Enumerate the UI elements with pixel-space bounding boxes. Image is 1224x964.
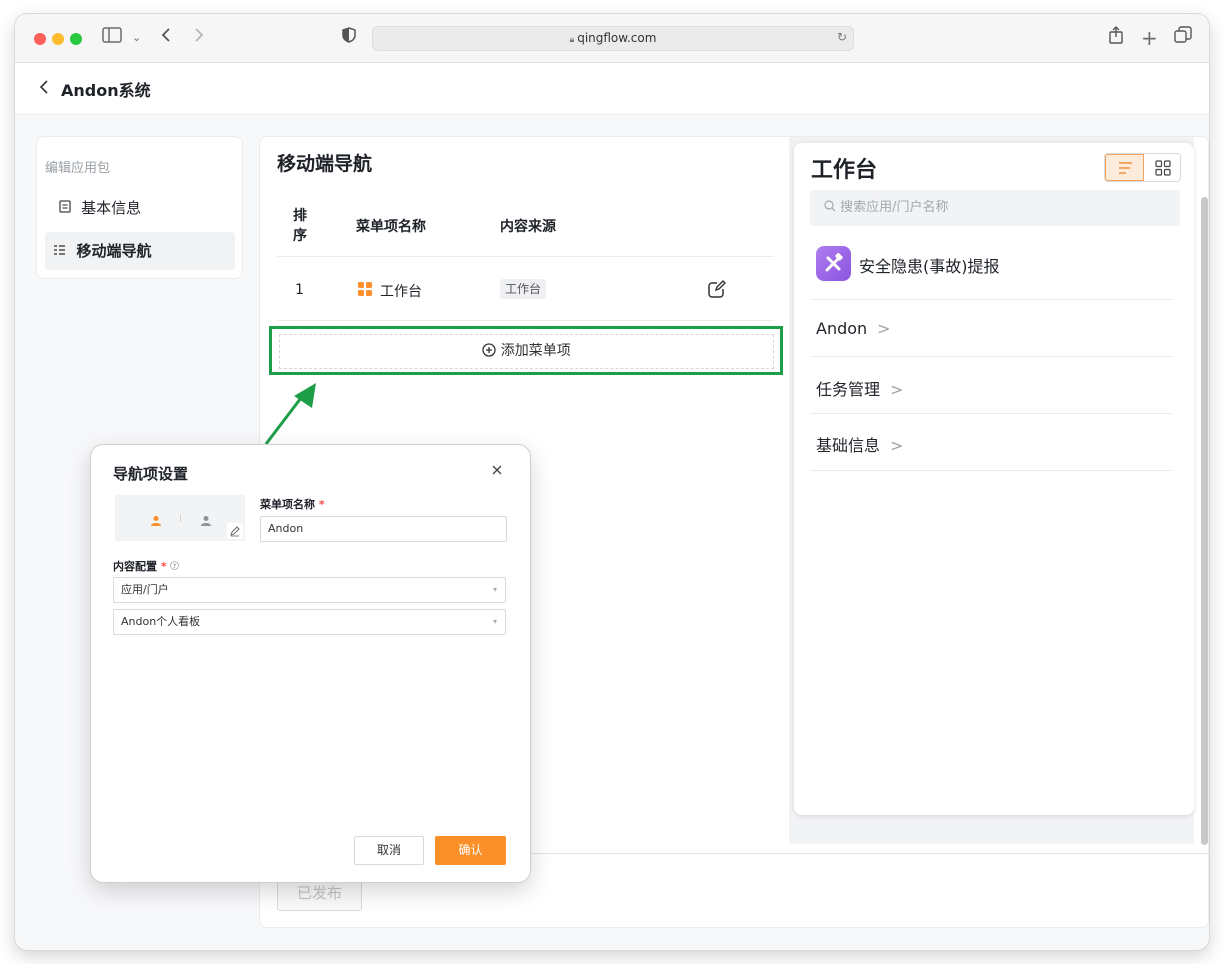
divider bbox=[180, 515, 181, 522]
search-icon bbox=[824, 200, 840, 215]
preview-group-andon[interactable]: Andon > bbox=[816, 319, 891, 338]
grid-view-icon[interactable] bbox=[1155, 160, 1171, 180]
user-icon-inactive bbox=[200, 512, 212, 531]
mobile-preview: 工作台 搜索应用/门户名称 安全隐患(事故)提报 Andon > 任务管理 > … bbox=[794, 143, 1194, 815]
confirm-button[interactable]: 确认 bbox=[435, 836, 506, 865]
caret-down-icon: ▾ bbox=[492, 617, 497, 626]
divider bbox=[277, 256, 774, 257]
preview-app-item[interactable]: 安全隐患(事故)提报 bbox=[859, 253, 1000, 277]
sidebar-heading: 编辑应用包 bbox=[45, 161, 111, 176]
source-tag: 工作台 bbox=[500, 279, 547, 299]
sidebar-item-basic-info[interactable]: 基本信息 bbox=[45, 189, 235, 227]
name-field-label: 菜单项名称 * bbox=[260, 498, 325, 511]
preview-group-tasks[interactable]: 任务管理 > bbox=[816, 376, 903, 400]
preview-title: 工作台 bbox=[811, 158, 878, 183]
svg-text:?: ? bbox=[173, 563, 177, 570]
zoom-window-button[interactable] bbox=[70, 33, 82, 45]
cancel-button[interactable]: 取消 bbox=[354, 836, 424, 865]
add-menu-item-label: 添加菜单项 bbox=[500, 343, 571, 359]
dialog-title: 导航项设置 bbox=[113, 465, 189, 483]
chevron-right-icon: > bbox=[877, 319, 891, 338]
sidebar-item-mobile-nav[interactable]: 移动端导航 bbox=[45, 232, 235, 270]
shield-icon[interactable] bbox=[342, 26, 356, 50]
sidebar-item-label: 移动端导航 bbox=[76, 242, 152, 260]
nav-item-settings-dialog: 导航项设置 菜单项名称 * Andon 内容配置 * ? 应用/门户 ▾ And… bbox=[91, 445, 530, 882]
browser-titlebar: ⌄ 🔒︎ qingflow.com ↻ + bbox=[15, 14, 1209, 63]
row-name: 工作台 bbox=[380, 284, 422, 300]
close-window-button[interactable] bbox=[34, 33, 46, 45]
sidebar-item-label: 基本信息 bbox=[81, 199, 142, 217]
content-type-select[interactable]: 应用/门户 ▾ bbox=[113, 577, 506, 603]
tools-icon bbox=[816, 246, 851, 281]
minimize-window-button[interactable] bbox=[52, 33, 64, 45]
share-icon[interactable] bbox=[1108, 26, 1124, 51]
divider bbox=[810, 356, 1172, 357]
user-icon-active bbox=[150, 512, 162, 531]
icon-picker[interactable] bbox=[115, 495, 245, 541]
close-icon[interactable] bbox=[491, 461, 503, 480]
help-icon[interactable]: ? bbox=[170, 560, 180, 573]
divider bbox=[810, 299, 1172, 300]
edit-icon[interactable] bbox=[708, 280, 726, 302]
chevron-right-icon: > bbox=[890, 380, 904, 399]
preview-scrollbar[interactable] bbox=[1201, 197, 1208, 845]
content-type-value: 应用/门户 bbox=[121, 583, 169, 596]
address-bar[interactable]: 🔒︎ qingflow.com ↻ bbox=[372, 26, 854, 51]
list-view-icon[interactable] bbox=[1105, 154, 1144, 181]
preview-group-basic[interactable]: 基础信息 > bbox=[816, 432, 903, 456]
content-target-value: Andon个人看板 bbox=[121, 615, 201, 628]
pencil-icon[interactable] bbox=[227, 523, 243, 539]
settings-sidebar: 编辑应用包 基本信息 移动端导航 bbox=[36, 136, 243, 279]
add-menu-item-button[interactable]: 添加菜单项 bbox=[279, 334, 774, 369]
divider bbox=[277, 320, 774, 321]
reload-icon[interactable]: ↻ bbox=[837, 30, 847, 44]
plus-circle-icon bbox=[482, 343, 500, 359]
grid-apps-icon bbox=[358, 282, 373, 301]
annotation-arrow bbox=[264, 383, 316, 445]
divider bbox=[810, 413, 1172, 414]
divider bbox=[810, 470, 1172, 471]
new-tab-icon[interactable]: + bbox=[1141, 26, 1158, 50]
preview-search-input[interactable]: 搜索应用/门户名称 bbox=[810, 190, 1180, 226]
column-header-source: 内容来源 bbox=[500, 219, 556, 235]
chevron-down-icon[interactable]: ⌄ bbox=[132, 26, 141, 50]
back-chevron-icon[interactable] bbox=[39, 79, 49, 98]
forward-nav-icon[interactable] bbox=[193, 26, 205, 50]
back-nav-icon[interactable] bbox=[160, 26, 172, 50]
content-target-select[interactable]: Andon个人看板 ▾ bbox=[113, 609, 506, 635]
caret-down-icon: ▾ bbox=[492, 585, 497, 594]
url-text: qingflow.com bbox=[577, 31, 657, 45]
menu-name-input[interactable]: Andon bbox=[260, 516, 507, 542]
app-header: Andon系统 bbox=[15, 63, 1209, 115]
doc-icon bbox=[59, 200, 75, 217]
list-icon bbox=[53, 245, 71, 260]
column-header-name: 菜单项名称 bbox=[356, 219, 426, 235]
column-header-order: 排序 bbox=[293, 208, 307, 244]
content-config-label: 内容配置 * ? bbox=[113, 558, 180, 574]
view-toggle[interactable] bbox=[1104, 153, 1181, 182]
chevron-right-icon: > bbox=[890, 436, 904, 455]
sidebar-toggle-icon[interactable] bbox=[102, 26, 122, 50]
tabs-overview-icon[interactable] bbox=[1174, 26, 1192, 51]
page-title: 移动端导航 bbox=[277, 153, 373, 175]
search-placeholder: 搜索应用/门户名称 bbox=[840, 200, 949, 215]
row-order: 1 bbox=[295, 282, 304, 298]
app-title: Andon系统 bbox=[61, 81, 151, 100]
